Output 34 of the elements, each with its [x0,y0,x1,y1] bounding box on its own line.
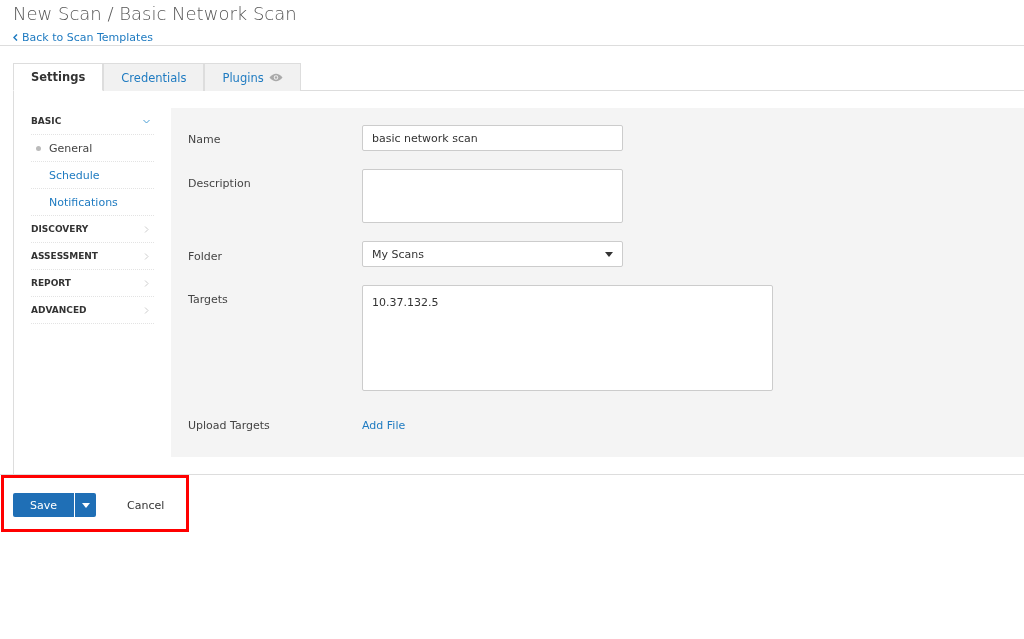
tab[interactable]: Credentials [103,63,205,91]
page-title: New Scan / Basic Network Scan [13,2,298,26]
folder-select[interactable]: My Scans [362,241,623,267]
sidebar-section[interactable]: BASIC [31,108,154,135]
save-options-button[interactable] [74,493,96,517]
tab[interactable]: Settings [13,63,104,91]
targets-input[interactable]: 10.37.132.5 [362,285,773,391]
sidebar-item[interactable]: Schedule [31,162,154,189]
sidebar-item[interactable]: Notifications [31,189,154,216]
sidebar-item[interactable]: General [31,135,154,162]
field-label: Upload Targets [188,418,271,432]
caret-icon [605,251,613,257]
chevron-down-icon [143,117,150,125]
chevron-right-icon [143,225,150,233]
add-file-link[interactable]: Add File [362,417,406,432]
field-label: Name [188,132,222,148]
sidebar-section[interactable]: ADVANCED [31,297,154,324]
back-link[interactable]: Back to Scan Templates [13,31,153,44]
sidebar-section[interactable]: REPORT [31,270,154,297]
chevron-right-icon [143,252,150,260]
name-input[interactable]: basic network scan [362,125,623,151]
chevron-right-icon [143,306,150,314]
chevron-right-icon [143,279,150,287]
save-button[interactable]: Save [13,493,74,517]
sidebar-section[interactable]: DISCOVERY [31,216,154,243]
cancel-button[interactable]: Cancel [121,493,171,517]
description-input[interactable] [362,169,623,223]
field-label: Targets [188,292,229,308]
field-label: Folder [188,249,223,265]
tab[interactable]: Plugins [204,63,301,91]
sidebar-section[interactable]: ASSESSMENT [31,243,154,270]
caret-icon [81,502,90,508]
chevron-left-icon [13,34,18,41]
field-label: Description [188,176,252,192]
